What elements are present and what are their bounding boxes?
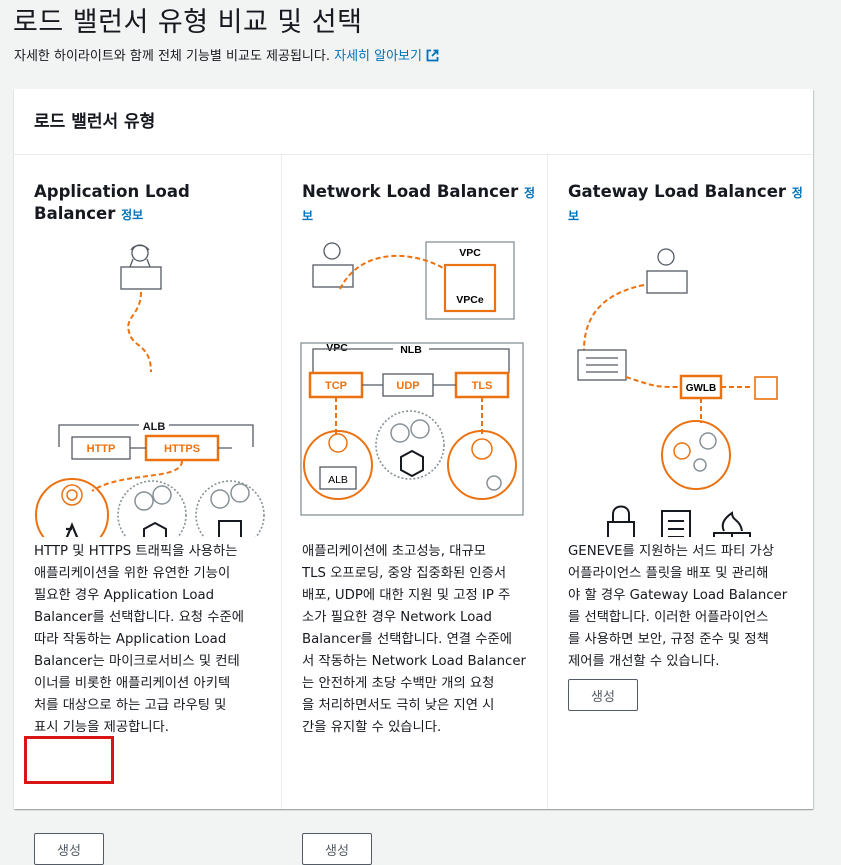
nlb-desc-line: 서 작동하는 Network Load Balancer xyxy=(302,654,526,669)
nlb-vpc-label: VPC xyxy=(326,342,348,354)
gwlb-desc-line: 제어를 개선할 수 있습니다. xyxy=(568,654,720,669)
alb-desc-line: 애플리케이션을 위한 유연한 기능이 xyxy=(34,566,231,581)
alb-title-line1: Application Load xyxy=(34,182,190,201)
nlb-group-label: NLB xyxy=(400,344,422,356)
load-balancer-types-panel: 로드 밸런서 유형 Application Load Balancer 정보 A… xyxy=(14,89,814,865)
page-title: 로드 밸런서 유형 비교 및 선택 xyxy=(13,7,363,38)
user-icon xyxy=(646,248,688,294)
gwlb-desc-line: 어플라이언스 플릿을 배포 및 관리해 xyxy=(568,566,769,581)
alb-diagram: ALB HTTP HTTPS xyxy=(35,244,265,537)
gwlb-desc-line: 를 선택합니다. 이러한 어플라이언스 xyxy=(568,610,769,625)
nlb-info-part1: 정 xyxy=(523,186,536,200)
alb-protocol-http: HTTP xyxy=(87,443,116,455)
nlb-info-part2: 보 xyxy=(302,209,314,223)
alb-desc-line: HTTP 및 HTTPS 트래픽을 사용하는 xyxy=(34,544,238,559)
learn-more-label: 자세히 알아보기 xyxy=(334,49,422,64)
alb-description: HTTP 및 HTTPS 트래픽을 사용하는 애플리케이션을 위한 유연한 기능… xyxy=(34,541,244,739)
page-subtitle: 자세한 하이라이트와 함께 전체 기능별 비교도 제공됩니다. 자세히 알아보기 xyxy=(14,45,439,64)
nlb-card: Network Load Balancer 정보 VPC VPCe VPC NL… xyxy=(281,155,547,865)
alb-protocol-https: HTTPS xyxy=(164,443,200,455)
alb-create-button[interactable]: 생성 xyxy=(34,833,104,865)
panel-title: 로드 밸런서 유형 xyxy=(34,112,156,132)
alb-card: Application Load Balancer 정보 ALB HTTP HT… xyxy=(14,155,280,865)
nlb-desc-line: 배포, UDP에 대한 지원 및 고정 IP 주 xyxy=(302,588,511,603)
user-icon xyxy=(312,242,354,288)
learn-more-link[interactable]: 자세히 알아보기 xyxy=(334,49,439,64)
gwlb-card: Gateway Load Balancer 정보 GWLB GENEVE를 지원… xyxy=(547,155,814,809)
alb-title: Application Load Balancer 정보 xyxy=(34,181,190,226)
alb-group-label: ALB xyxy=(143,421,166,433)
firewall-icon xyxy=(713,511,751,537)
nlb-protocol-udp: UDP xyxy=(396,380,419,392)
alb-desc-line: 처를 대상으로 하는 고급 라우팅 및 xyxy=(34,698,227,713)
nlb-title: Network Load Balancer 정보 xyxy=(302,181,535,227)
alb-desc-line: Balancer는 마이크로서비스 및 컨테 xyxy=(34,654,240,669)
nlb-desc-line: 애플리케이션에 초고성능, 대규모 xyxy=(302,544,486,559)
gwlb-title: Gateway Load Balancer 정보 xyxy=(568,181,803,227)
panel-header: 로드 밸런서 유형 xyxy=(14,89,813,155)
subtitle-text: 자세한 하이라이트와 함께 전체 기능별 비교도 제공됩니다. xyxy=(14,49,330,64)
gwlb-desc-line: 야 할 경우 Gateway Load Balancer xyxy=(568,588,788,603)
alb-flow-line xyxy=(127,291,152,373)
nlb-desc-line: 을 처리하면서도 극히 낮은 지연 시 xyxy=(302,698,495,713)
gwlb-info-part2: 보 xyxy=(568,209,580,223)
gwlb-desc-line: 를 사용하면 보안, 규정 준수 및 정책 xyxy=(568,632,769,647)
nlb-desc-line: 소가 필요한 경우 Network Load xyxy=(302,610,492,625)
external-link-icon xyxy=(426,49,439,62)
gwlb-title-line1: Gateway Load Balancer xyxy=(568,182,787,201)
nlb-desc-line: Balancer를 선택합니다. 연결 수준에 xyxy=(302,632,512,647)
gwlb-label: GWLB xyxy=(686,383,717,394)
alb-desc-line: Balancer를 선택합니다. 요청 수준에 xyxy=(34,610,244,625)
gwlb-desc-line: GENEVE를 지원하는 서드 파티 가상 xyxy=(568,544,775,559)
user-icon xyxy=(120,244,162,290)
gwlb-description: GENEVE를 지원하는 서드 파티 가상 어플라이언스 플릿을 배포 및 관리… xyxy=(568,541,787,673)
nlb-title-line1: Network Load Balancer xyxy=(302,182,519,201)
highlight-box xyxy=(24,736,114,784)
gwlb-diagram: GWLB xyxy=(577,248,778,537)
alb-desc-line: 따라 작동하는 Application Load xyxy=(34,632,227,647)
nlb-desc-line: TLS 오프로딩, 중앙 집중화된 인증서 xyxy=(302,566,507,581)
nlb-vpc-endpoint-label: VPC xyxy=(459,247,481,259)
alb-desc-line: 필요한 경우 Application Load xyxy=(34,588,215,603)
alb-title-line2: Balancer xyxy=(34,204,116,223)
nlb-protocol-tls: TLS xyxy=(472,380,493,392)
gwlb-info-part1: 정 xyxy=(791,186,803,200)
nlb-diagram: VPC VPCe VPC NLB TCP UDP TLS ALB xyxy=(300,241,524,516)
alb-desc-line: 이너를 비롯한 애플리케이션 아키텍 xyxy=(34,676,231,691)
nlb-create-button[interactable]: 생성 xyxy=(302,833,372,865)
alb-info-link[interactable]: 정보 xyxy=(121,208,143,222)
checklist-icon xyxy=(661,510,691,537)
nlb-desc-line: 간을 유지할 수 있습니다. xyxy=(302,720,442,735)
gwlb-create-button[interactable]: 생성 xyxy=(568,679,638,711)
lock-icon xyxy=(607,505,635,537)
alb-desc-line: 표시 기능을 제공합니다. xyxy=(34,720,170,735)
nlb-desc-line: 는 안전하게 초당 수백만 개의 요청 xyxy=(302,676,495,691)
nlb-protocol-tcp: TCP xyxy=(325,380,347,392)
nlb-target-alb: ALB xyxy=(328,474,348,486)
nlb-description: 애플리케이션에 초고성능, 대규모 TLS 오프로딩, 중앙 집중화된 인증서 … xyxy=(302,541,526,739)
nlb-vpce-label: VPCe xyxy=(456,294,484,306)
